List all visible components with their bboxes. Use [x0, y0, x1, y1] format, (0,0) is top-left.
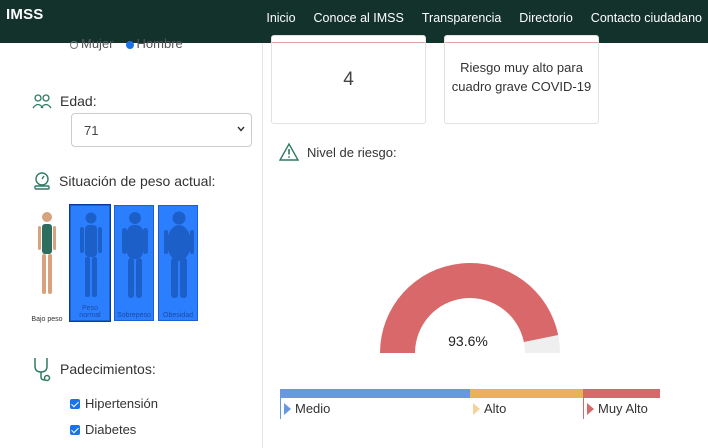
triangle-right-icon	[473, 402, 480, 415]
risk-card-line2: cuadro grave COVID-19	[451, 79, 592, 94]
weight-option-label: Sobrepeso	[117, 312, 151, 319]
weight-option-peso-normal[interactable]: Peso normal	[69, 204, 111, 322]
card-divider	[445, 42, 598, 43]
weight-option-label: Peso normal	[79, 305, 101, 319]
conditions-label: Padecimientos:	[60, 361, 156, 377]
count-card: 4	[271, 35, 426, 124]
risk-card-text: Riesgo muy alto para cuadro grave COVID-…	[445, 58, 598, 96]
risk-scale: Medio Alto Muy Alto	[280, 389, 660, 419]
weight-label: Situación de peso actual:	[59, 173, 216, 189]
scale-tick	[280, 389, 281, 419]
form-panel: Mujer Hombre Edad: 71 Situación de peso …	[0, 36, 262, 448]
condition-diabetes[interactable]: Diabetes	[70, 422, 136, 437]
nav-links: Inicio Conoce al IMSS Transparencia Dire…	[266, 11, 702, 25]
sex-option-mujer[interactable]: Mujer	[70, 36, 114, 51]
risk-percentage: 93.6%	[448, 333, 488, 349]
weight-label-row: Situación de peso actual:	[33, 171, 215, 191]
warning-icon	[279, 142, 299, 161]
age-value: 71	[84, 122, 99, 138]
conditions-label-row: Padecimientos:	[32, 356, 156, 382]
results-panel: 4 Riesgo muy alto para cuadro grave COVI…	[263, 35, 708, 448]
nav-link-contacto[interactable]: Contacto ciudadano	[591, 11, 702, 25]
body-obese-icon	[164, 211, 194, 298]
risk-card-line1: Riesgo muy alto para	[460, 60, 583, 75]
checkbox-checked-icon[interactable]	[70, 424, 80, 435]
scale-label-alto: Alto	[473, 401, 506, 416]
weight-option-label: Obesidad	[163, 312, 193, 319]
scale-segment-muy-alto	[583, 389, 660, 398]
weight-options: Bajo peso Peso normal Sobrepeso Obesidad	[28, 204, 198, 323]
weight-option-sobrepeso[interactable]: Sobrepeso	[114, 205, 154, 321]
weight-option-bajo-peso[interactable]: Bajo peso	[28, 205, 66, 323]
count-value: 4	[343, 69, 354, 90]
scale-segment-medio	[280, 389, 470, 398]
triangle-right-icon	[284, 402, 291, 415]
age-label-row: Edad:	[32, 93, 97, 109]
body-thin-icon	[38, 212, 56, 294]
risk-level-heading: Nivel de riesgo:	[279, 142, 397, 162]
risk-card: Riesgo muy alto para cuadro grave COVID-…	[444, 35, 599, 124]
stethoscope-icon	[34, 358, 51, 382]
chevron-down-icon	[237, 126, 245, 132]
radio-checked-icon	[125, 40, 134, 49]
condition-label: Hipertensión	[85, 396, 158, 411]
scale-tick	[583, 389, 584, 419]
radio-icon	[70, 40, 78, 49]
nav-link-transparencia[interactable]: Transparencia	[422, 11, 501, 25]
triangle-right-icon	[587, 402, 594, 415]
body-normal-icon	[80, 212, 102, 297]
weight-option-label: Bajo peso	[31, 316, 63, 323]
age-label: Edad:	[60, 93, 97, 109]
weight-option-obesidad[interactable]: Obesidad	[158, 205, 198, 321]
scale-segment-alto	[470, 389, 583, 398]
card-divider	[272, 42, 425, 43]
nav-link-inicio[interactable]: Inicio	[266, 11, 295, 25]
nav-link-directorio[interactable]: Directorio	[519, 11, 573, 25]
age-select[interactable]: 71	[71, 113, 252, 147]
brand-logo[interactable]: IMSS	[6, 6, 43, 23]
sex-selector: Mujer Hombre	[70, 36, 183, 51]
condition-hipertension[interactable]: Hipertensión	[70, 396, 158, 411]
sex-option-hombre[interactable]: Hombre	[125, 36, 183, 51]
condition-label: Diabetes	[85, 422, 137, 437]
body-overweight-icon	[122, 212, 148, 298]
checkbox-checked-icon[interactable]	[70, 398, 80, 409]
scale-icon	[34, 172, 50, 190]
nav-link-conoce[interactable]: Conoce al IMSS	[314, 11, 404, 25]
risk-level-title: Nivel de riesgo:	[307, 144, 397, 160]
people-icon	[32, 94, 52, 109]
scale-label-medio: Medio	[284, 401, 330, 416]
scale-label-muy-alto: Muy Alto	[587, 401, 648, 416]
